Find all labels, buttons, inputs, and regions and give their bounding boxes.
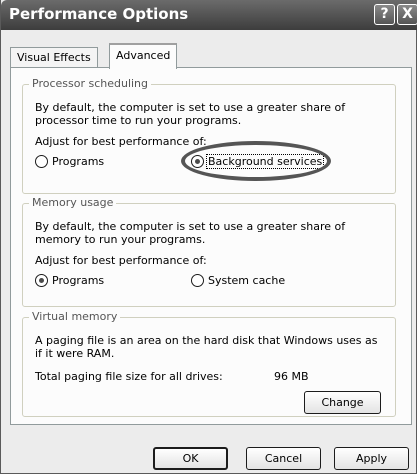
total-paging-size-label: Total paging file size for all drives: xyxy=(35,370,223,383)
title-bar[interactable]: Performance Options ? X xyxy=(1,0,417,30)
performance-options-dialog: Performance Options ? X Visual Effects A… xyxy=(0,0,417,474)
tab-visual-effects[interactable]: Visual Effects xyxy=(10,47,98,67)
window-title: Performance Options xyxy=(9,5,189,23)
processor-programs-label[interactable]: Programs xyxy=(52,155,104,168)
processor-description-line1: By default, the computer is set to use a… xyxy=(35,101,346,114)
virtual-memory-legend: Virtual memory xyxy=(29,310,121,323)
processor-programs-radio[interactable] xyxy=(35,155,48,168)
ok-button[interactable]: OK xyxy=(153,447,228,470)
virtual-memory-description-line1: A paging file is an area on the hard dis… xyxy=(35,334,378,347)
apply-button[interactable]: Apply xyxy=(334,447,409,470)
tab-advanced[interactable]: Advanced xyxy=(109,43,178,69)
memory-system-cache-label[interactable]: System cache xyxy=(208,274,285,287)
processor-scheduling-legend: Processor scheduling xyxy=(29,77,152,90)
memory-programs-label[interactable]: Programs xyxy=(52,274,104,287)
total-paging-size-value: 96 MB xyxy=(274,370,309,383)
memory-description-line1: By default, the computer is set to use a… xyxy=(35,220,346,233)
help-button[interactable]: ? xyxy=(374,4,395,25)
processor-description-line2: processor time to run your programs. xyxy=(35,114,242,127)
memory-usage-legend: Memory usage xyxy=(29,196,117,209)
cancel-button[interactable]: Cancel xyxy=(246,447,321,470)
virtual-memory-description-line2: if it were RAM. xyxy=(35,347,115,360)
processor-adjust-label: Adjust for best performance of: xyxy=(35,135,207,148)
change-button[interactable]: Change xyxy=(304,391,381,414)
memory-system-cache-radio[interactable] xyxy=(191,274,204,287)
highlight-circle-annotation xyxy=(181,141,331,181)
memory-programs-radio[interactable] xyxy=(35,274,48,287)
memory-description-line2: memory to run your programs. xyxy=(35,233,206,246)
close-button[interactable]: X xyxy=(397,4,417,25)
memory-adjust-label: Adjust for best performance of: xyxy=(35,254,207,267)
